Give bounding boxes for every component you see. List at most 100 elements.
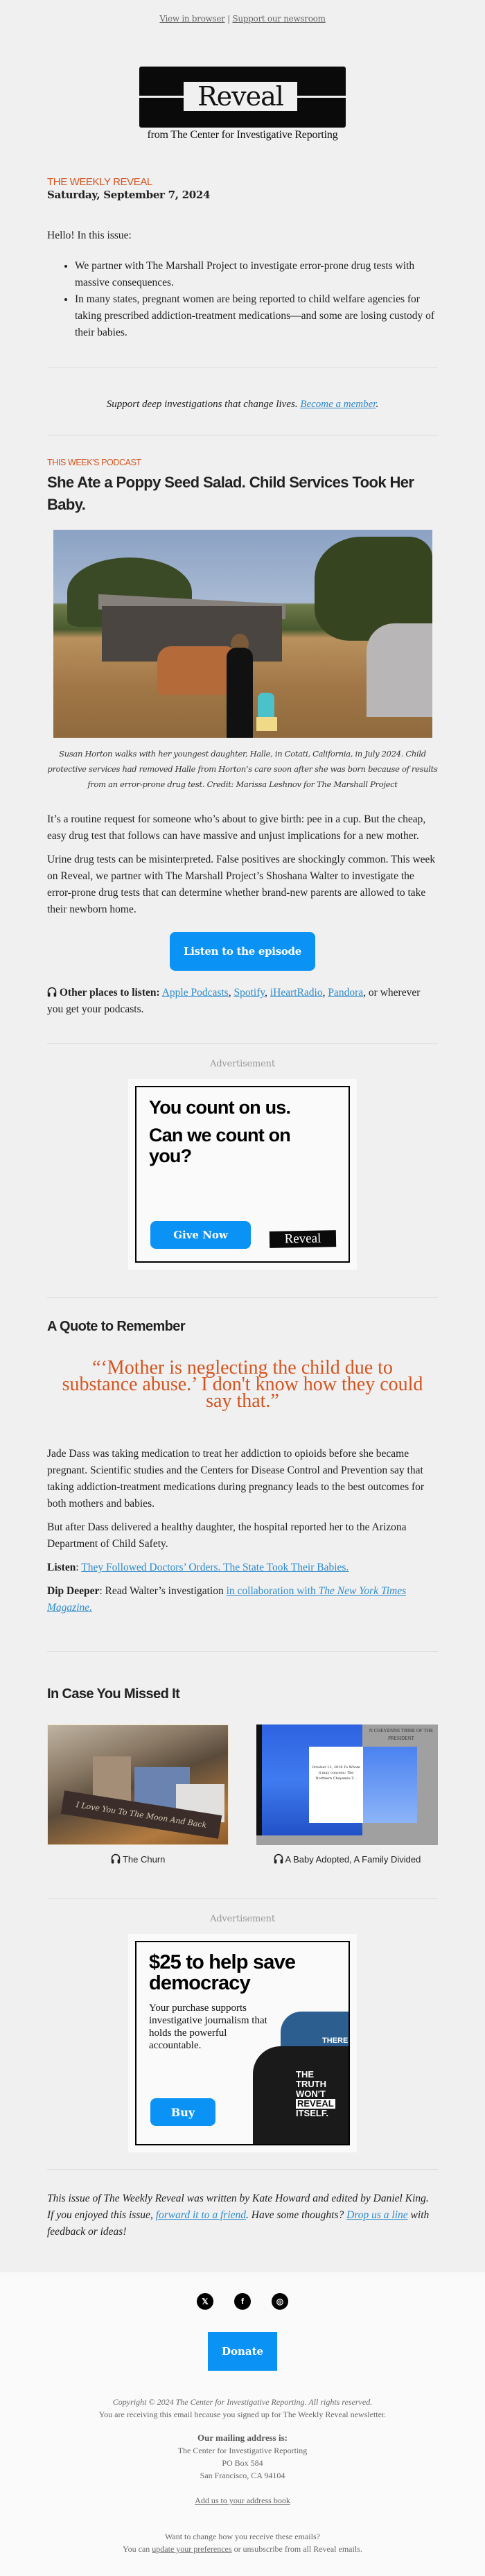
pandora-link[interactable]: Pandora [328,987,363,999]
icymi-card[interactable]: N CHEYENNE TRIBE OF THE PRESIDENT Octobe… [256,1724,438,1867]
footer: 𝕏 f ◎ Donate Copyright © 2024 The Center… [0,2272,485,2576]
ad-banner[interactable]: You count on us. Can we count on you? Gi… [128,1079,357,1270]
divider [47,1898,438,1899]
listen-label: Listen [47,1562,76,1573]
advertisement-shop: Advertisement $25 to help save democracy… [0,1914,485,2152]
address-line: San Francisco, CA 94104 [200,2471,285,2480]
pull-quote: “‘Mother is neglecting the child due to … [62,1357,423,1412]
podcast-hero-image[interactable] [53,530,432,738]
shirt-text: WON'T [296,2089,326,2099]
thumb-letterhead: N CHEYENNE TRIBE OF THE PRESIDENT [369,1728,434,1741]
donate-button[interactable]: Donate [208,2332,277,2371]
social-links: 𝕏 f ◎ [0,2293,485,2310]
reveal-logo[interactable]: Reveal [139,67,346,128]
address-line: The Center for Investigative Reporting [177,2446,308,2455]
address-line: PO Box 584 [222,2458,263,2468]
icymi-card[interactable]: I Love You To The Moon And Back The Chur… [47,1724,229,1867]
photo-woman [226,648,253,738]
pref-text: or unsubscribe from all Reveal emails. [231,2544,362,2554]
photo-child-skirt [256,717,277,731]
advertisement-label: Advertisement [210,1059,275,1069]
photo-caption: Susan Horton walks with her youngest dau… [47,749,438,789]
icymi-grid: I Love You To The Moon And Back The Chur… [47,1724,438,1867]
listen-line: Listen: They Followed Doctors’ Orders. T… [47,1562,349,1573]
preferences-block: Want to change how you receive these ema… [0,2530,485,2555]
view-in-browser-link[interactable]: View in browser [159,14,225,24]
logo-subtitle: from The Center for Investigative Report… [147,129,338,141]
subscription-reason: You are receiving this email because you… [98,2410,387,2419]
podcast-paragraph: It’s a routine request for someone who’s… [47,813,426,842]
ad-banner[interactable]: $25 to help save democracy Your purchase… [128,1934,357,2152]
quote-paragraph: Jade Dass was taking medication to treat… [47,1448,425,1510]
icymi-title[interactable]: The Churn [47,1852,229,1867]
photo-greenhouse [366,623,432,717]
icymi-title-text: The Churn [122,1854,166,1865]
ad-body: Your purchase supports investigative jou… [149,2003,267,2051]
shirt-text: REVEAL [296,2098,335,2109]
podcast-headline[interactable]: She Ate a Poppy Seed Salad. Child Servic… [47,472,438,516]
photo-old-car [157,646,233,695]
newsletter-kicker: THE WEEKLY REVEAL [47,176,152,188]
other-places-label: Other places to listen: [59,987,160,999]
preheader: View in browser | Support our newsroom [0,0,485,24]
facebook-icon[interactable]: f [234,2293,251,2310]
dip-deeper-line: Dip Deeper: Read Walter’s investigation … [47,1585,407,1614]
intro-bullets: We partner with The Marshall Project to … [47,258,438,341]
change-question: Want to change how you receive these ema… [165,2532,320,2541]
issue-date: Saturday, September 7, 2024 [47,189,211,201]
become-member-link[interactable]: Become a member [300,399,376,410]
apple-podcasts-link[interactable]: Apple Podcasts [162,987,229,999]
headphones-icon [111,1853,120,1864]
spotify-link[interactable]: Spotify [233,987,265,999]
buy-button[interactable]: Buy [150,2098,215,2126]
forward-to-friend-link[interactable]: forward it to a friend [156,2209,246,2221]
support-cta: Support deep investigations that change … [47,368,438,435]
give-now-button[interactable]: Give Now [150,1221,251,1249]
podcast-paragraph: Urine drug tests can be misinterpreted. … [47,854,436,915]
reveal-mini-logo: Reveal [269,1230,337,1248]
iheartradio-link[interactable]: iHeartRadio [270,987,323,999]
signoff: This issue of The Weekly Reveal was writ… [47,2190,438,2272]
x-icon[interactable]: 𝕏 [197,2293,213,2310]
intro-bullet: We partner with The Marshall Project to … [75,258,438,291]
dip-deeper-label: Dip Deeper [47,1585,100,1597]
update-preferences-link[interactable]: update your preferences [152,2544,231,2554]
listen-episode-button[interactable]: Listen to the episode [170,932,315,971]
quote-section-heading: A Quote to Remember [47,1319,186,1334]
shirt-text: TRUTH [296,2079,327,2089]
thumb-letter: October 12, 2018 To Whom it may concern:… [309,1747,363,1823]
quote-paragraph: But after Dass delivered a healthy daugh… [47,1521,407,1550]
other-places-to-listen: Other places to listen: Apple Podcasts, … [47,987,421,1015]
ad-headline: $25 to help save democracy [149,1951,296,1994]
dip-deeper-text: Read Walter’s investigation [105,1585,224,1597]
ad-headline-1: You count on us. [149,1097,291,1118]
icymi-heading: In Case You Missed It [47,1686,180,1702]
icymi-title-text: A Baby Adopted, A Family Divided [285,1854,421,1865]
divider [47,1043,438,1044]
add-address-book-link[interactable]: Add us to your address book [195,2496,290,2505]
advertisement-membership: Advertisement You count on us. Can we co… [0,1059,485,1270]
divider [47,2169,438,2170]
intro-bullet: In many states, pregnant women are being… [75,291,438,341]
advertisement-label: Advertisement [210,1914,275,1924]
listen-story-link[interactable]: They Followed Doctors’ Orders. The State… [81,1562,349,1573]
pref-text: You can [123,2544,152,2554]
icymi-thumbnail[interactable]: N CHEYENNE TRIBE OF THE PRESIDENT Octobe… [256,1724,438,1845]
ad-headline-2: Can we count on you? [149,1125,291,1166]
instagram-icon[interactable]: ◎ [272,2293,288,2310]
nyt-magazine-link[interactable]: in collaboration with The New York Times… [47,1585,406,1614]
thumb-portrait [363,1747,417,1823]
shirt-text: ITSELF. [296,2108,328,2118]
icymi-title[interactable]: A Baby Adopted, A Family Divided [256,1852,438,1867]
copyright: Copyright © 2024 The Center for Investig… [112,2397,373,2407]
intro-greeting: Hello! In this issue: [47,230,132,241]
drop-us-a-line-link[interactable]: Drop us a line [346,2209,408,2221]
support-text: Support deep investigations that change … [106,399,298,410]
header-logo[interactable]: Reveal from The Center for Investigative… [0,24,485,176]
address-label: Our mailing address is: [197,2432,288,2443]
icymi-thumbnail[interactable]: I Love You To The Moon And Back [47,1724,229,1845]
support-newsroom-link[interactable]: Support our newsroom [232,14,326,24]
mailing-address: Our mailing address is: The Center for I… [0,2432,485,2482]
preheader-separator: | [227,14,230,24]
photo-child [257,693,274,720]
